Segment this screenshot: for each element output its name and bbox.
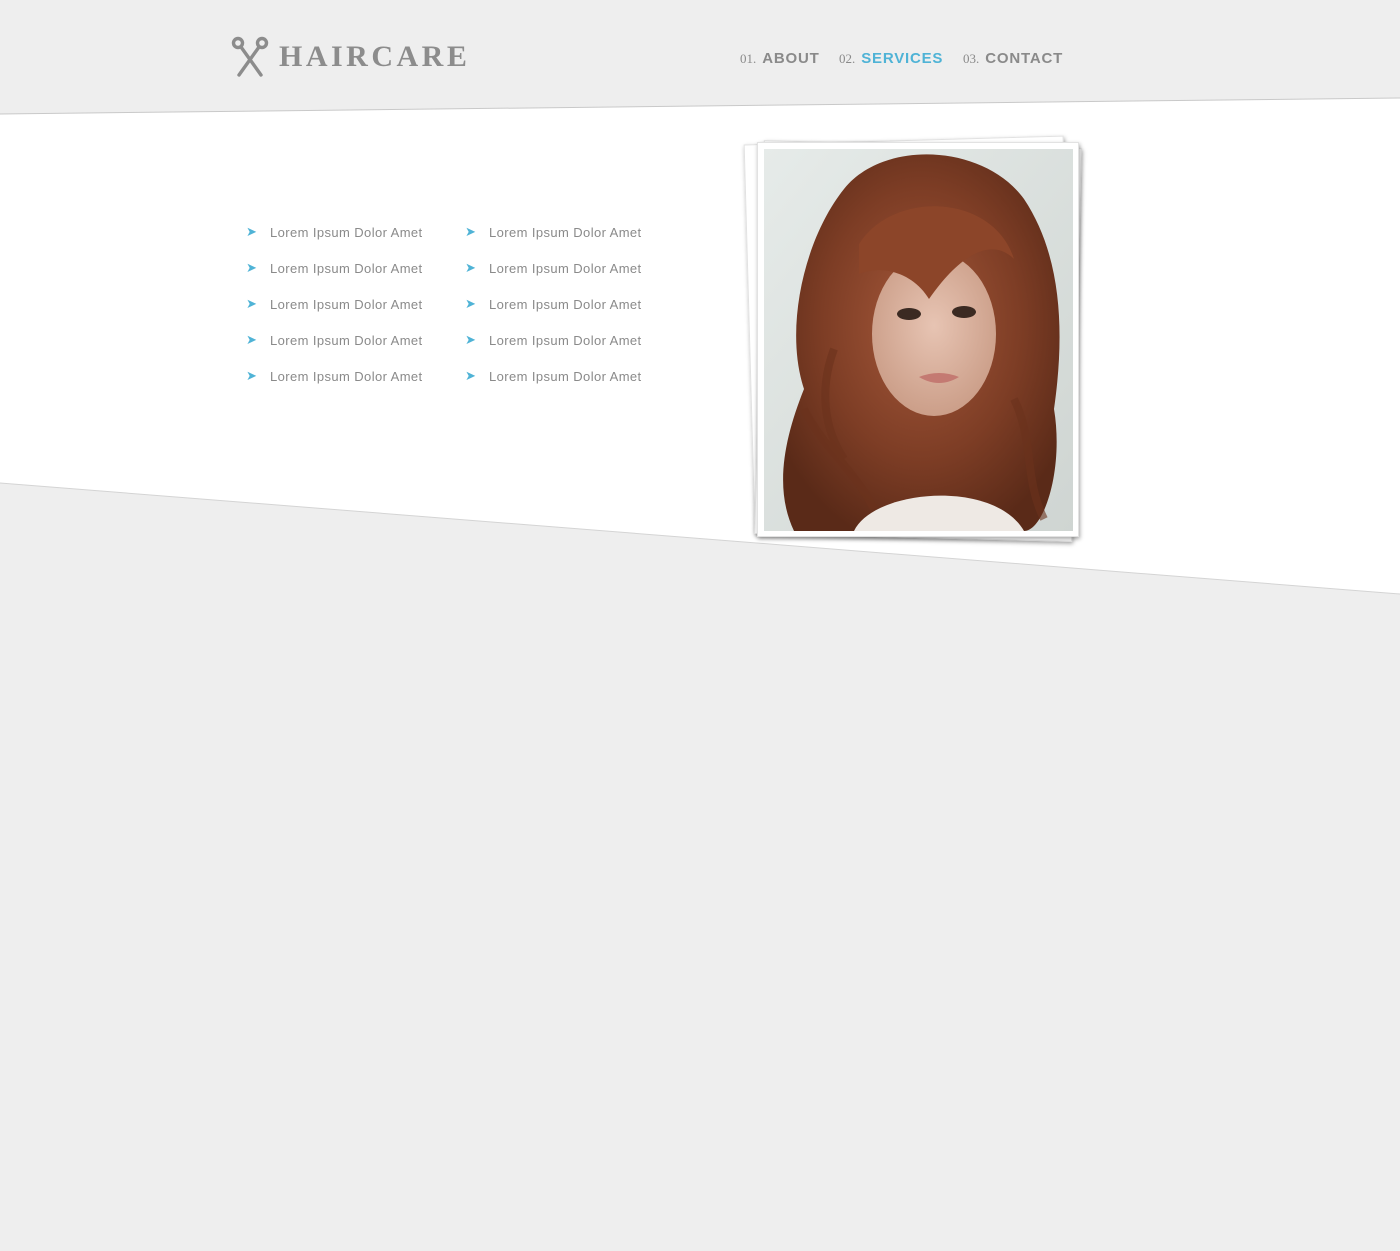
arrow-right-icon: ➤ <box>465 332 477 347</box>
list-item: ➤ Lorem Ipsum Dolor Amet <box>246 358 466 394</box>
scissors-icon <box>231 36 269 77</box>
arrow-right-icon: ➤ <box>246 296 258 311</box>
list-item: ➤ Lorem Ipsum Dolor Amet <box>465 322 685 358</box>
list-item: ➤ Lorem Ipsum Dolor Amet <box>465 214 685 250</box>
arrow-right-icon: ➤ <box>246 332 258 347</box>
nav-services[interactable]: 02. SERVICES <box>839 50 943 68</box>
nav-label: ABOUT <box>762 50 820 67</box>
list-item-label: Lorem Ipsum Dolor Amet <box>270 368 423 384</box>
list-item-label: Lorem Ipsum Dolor Amet <box>270 260 423 276</box>
site-header: HAIRCARE 01. ABOUT 02. SERVICES 03. CONTACT <box>0 0 1400 110</box>
brand-name: HAIRCARE <box>279 40 471 73</box>
list-item: ➤ Lorem Ipsum Dolor Amet <box>246 322 466 358</box>
list-item-label: Lorem Ipsum Dolor Amet <box>270 332 423 348</box>
arrow-right-icon: ➤ <box>465 224 477 239</box>
nav-number: 01. <box>740 51 757 66</box>
model-photo <box>764 149 1073 531</box>
list-item: ➤ Lorem Ipsum Dolor Amet <box>246 286 466 322</box>
list-item: ➤ Lorem Ipsum Dolor Amet <box>246 214 466 250</box>
list-item-label: Lorem Ipsum Dolor Amet <box>489 332 642 348</box>
photo-card <box>757 142 1079 537</box>
list-item: ➤ Lorem Ipsum Dolor Amet <box>465 358 685 394</box>
list-item: ➤ Lorem Ipsum Dolor Amet <box>465 250 685 286</box>
services-column-2: ➤ Lorem Ipsum Dolor Amet ➤ Lorem Ipsum Dol… <box>465 214 685 394</box>
arrow-right-icon: ➤ <box>246 260 258 275</box>
photo-stack <box>743 134 1095 554</box>
list-item: ➤ Lorem Ipsum Dolor Amet <box>465 286 685 322</box>
list-item-label: Lorem Ipsum Dolor Amet <box>270 224 423 240</box>
arrow-right-icon: ➤ <box>246 368 258 383</box>
list-item-label: Lorem Ipsum Dolor Amet <box>270 296 423 312</box>
list-item: ➤ Lorem Ipsum Dolor Amet <box>246 250 466 286</box>
list-item-label: Lorem Ipsum Dolor Amet <box>489 224 642 240</box>
arrow-right-icon: ➤ <box>465 260 477 275</box>
nav-number: 02. <box>839 51 856 66</box>
nav-contact[interactable]: 03. CONTACT <box>963 50 1063 68</box>
nav-number: 03. <box>963 51 980 66</box>
arrow-right-icon: ➤ <box>246 224 258 239</box>
content-band <box>0 97 1400 595</box>
nav-label: SERVICES <box>861 50 944 67</box>
list-item-label: Lorem Ipsum Dolor Amet <box>489 368 642 384</box>
list-item-label: Lorem Ipsum Dolor Amet <box>489 296 642 312</box>
nav-label: CONTACT <box>985 50 1064 67</box>
arrow-right-icon: ➤ <box>465 368 477 383</box>
logo[interactable]: HAIRCARE <box>231 36 470 78</box>
services-column-1: ➤ Lorem Ipsum Dolor Amet ➤ Lorem Ipsum Dol… <box>246 214 466 394</box>
nav-about[interactable]: 01. ABOUT <box>740 50 820 68</box>
list-item-label: Lorem Ipsum Dolor Amet <box>489 260 642 276</box>
arrow-right-icon: ➤ <box>465 296 477 311</box>
